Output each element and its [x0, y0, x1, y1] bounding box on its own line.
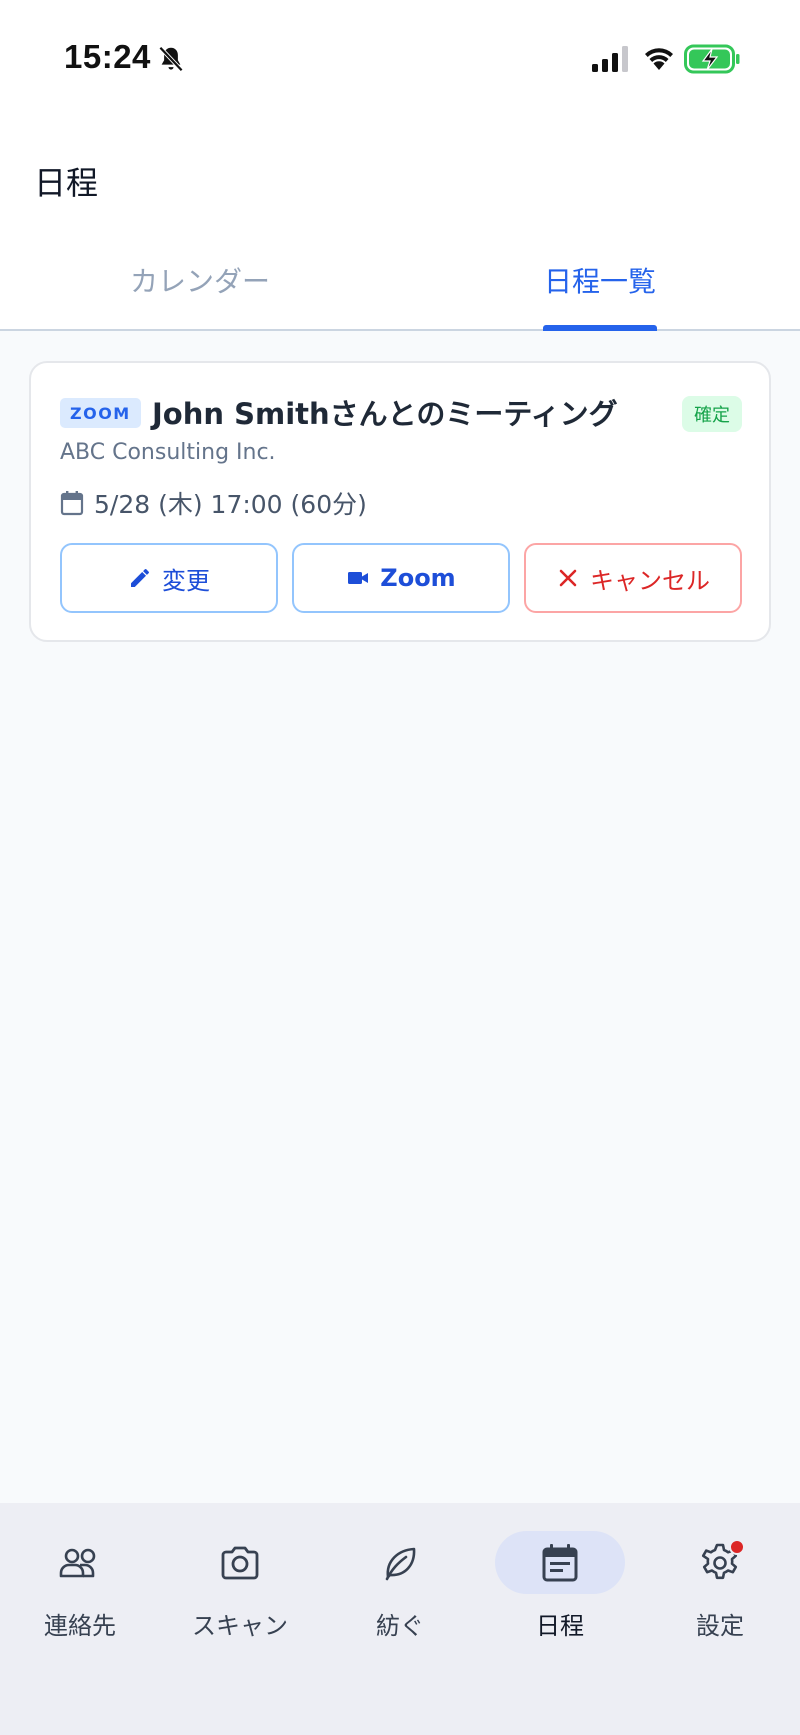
status-badge: 確定	[682, 396, 742, 432]
page-title: 日程	[34, 164, 99, 202]
event-card[interactable]: ZOOM John Smithさんとのミーティング 確定 ABC Consult…	[29, 361, 771, 642]
nav-label-contacts: 連絡先	[44, 1612, 116, 1640]
zoom-button-label: Zoom	[380, 564, 456, 592]
notification-dot	[729, 1539, 745, 1555]
nav-icon-container-active	[495, 1531, 625, 1594]
calendar-icon	[60, 491, 84, 516]
company-name: ABC Consulting Inc.	[60, 440, 276, 465]
tab-schedule-list[interactable]: 日程一覧	[400, 230, 800, 329]
tab-active-indicator	[543, 325, 657, 331]
nav-icon-container	[15, 1531, 145, 1594]
nav-label-scan: スキャン	[192, 1612, 288, 1640]
status-bar: 15:24	[0, 0, 800, 120]
header: 日程	[0, 120, 800, 230]
nav-item-schedule[interactable]: 日程	[480, 1531, 640, 1641]
event-datetime: 5/28 (木) 17:00 (60分)	[94, 490, 367, 519]
nav-icon-container	[655, 1531, 785, 1594]
nav-icon-container	[335, 1531, 465, 1594]
wifi-icon	[645, 48, 673, 70]
nav-icon-container	[175, 1531, 305, 1594]
bell-muted-icon	[158, 46, 184, 72]
battery-charging-icon	[684, 44, 740, 74]
nav-item-contacts[interactable]: 連絡先	[0, 1531, 160, 1641]
camera-icon	[221, 1546, 259, 1579]
status-time: 15:24	[64, 38, 151, 75]
cancel-button[interactable]: キャンセル	[524, 543, 742, 613]
zoom-button[interactable]: Zoom	[292, 543, 510, 613]
contacts-icon	[59, 1548, 96, 1577]
signal-icon	[592, 46, 628, 72]
event-title: John Smithさんとのミーティング	[152, 397, 618, 431]
nav-item-tsumugu[interactable]: 紡ぐ	[320, 1531, 480, 1641]
leaf-icon	[385, 1547, 416, 1580]
edit-button[interactable]: 変更	[60, 543, 278, 613]
nav-label-settings: 設定	[696, 1612, 744, 1640]
edit-button-label: 変更	[162, 566, 210, 595]
pencil-icon	[131, 569, 149, 587]
bottom-nav: 連絡先 スキャン 紡ぐ 日程 設定	[0, 1503, 800, 1735]
video-camera-icon	[348, 572, 369, 584]
nav-label-schedule: 日程	[536, 1612, 584, 1640]
event-datetime-row: 5/28 (木) 17:00 (60分)	[60, 485, 367, 521]
cancel-button-label: キャンセル	[590, 566, 710, 595]
close-icon	[559, 569, 577, 587]
nav-item-scan[interactable]: スキャン	[160, 1531, 320, 1641]
nav-item-settings[interactable]: 設定	[640, 1531, 800, 1641]
tab-bar: カレンダー 日程一覧	[0, 230, 800, 331]
nav-label-tsumugu: 紡ぐ	[376, 1612, 424, 1640]
calendar-icon	[542, 1543, 578, 1581]
tab-calendar[interactable]: カレンダー	[0, 230, 400, 329]
platform-tag: ZOOM	[60, 398, 141, 428]
